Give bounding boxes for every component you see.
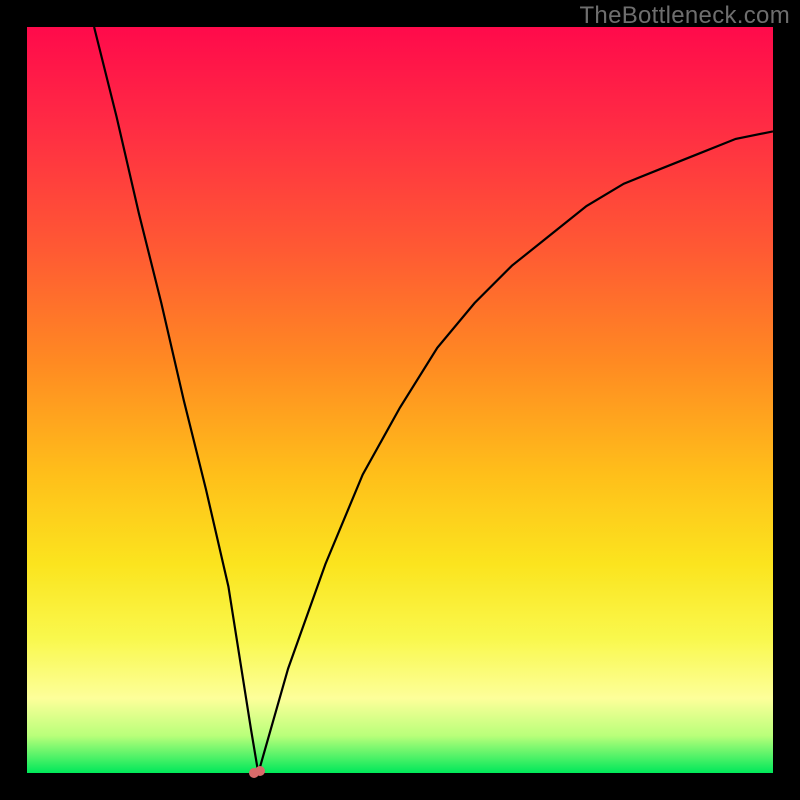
bottleneck-curve xyxy=(27,27,773,773)
chart-frame: TheBottleneck.com xyxy=(0,0,800,800)
watermark-text: TheBottleneck.com xyxy=(579,2,790,30)
optimal-point-marker xyxy=(249,766,267,780)
plot-area xyxy=(27,27,773,773)
